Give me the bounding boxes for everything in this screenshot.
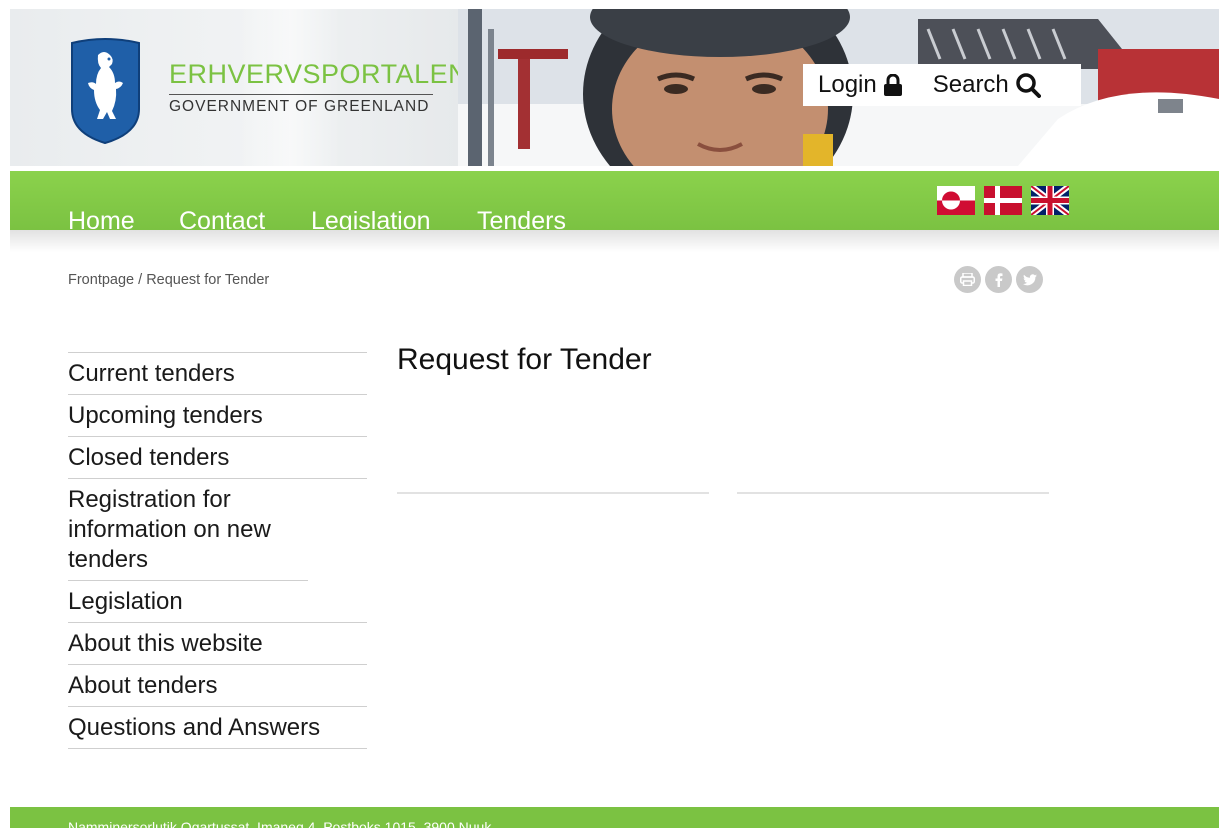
sidebar-item-about-website[interactable]: About this website	[68, 623, 367, 665]
facebook-share-button[interactable]	[985, 266, 1012, 293]
breadcrumb-home-link[interactable]: Frontpage	[68, 272, 134, 288]
sidebar-item-questions-answers[interactable]: Questions and Answers	[68, 707, 367, 749]
site-header: ERHVERVSPORTALEN GOVERNMENT OF GREENLAND…	[10, 9, 1219, 166]
denmark-flag-icon[interactable]	[984, 186, 1022, 215]
nav-item-home[interactable]: Home	[68, 207, 135, 230]
sidebar-item-closed-tenders[interactable]: Closed tenders	[68, 437, 367, 479]
brand-divider	[169, 94, 433, 95]
search-link[interactable]: Search	[933, 71, 1041, 99]
twitter-share-button[interactable]	[1016, 266, 1043, 293]
footer-address: Namminersorlutik Oqartussat, Imaneq 4, P…	[68, 819, 492, 828]
nav-item-tenders[interactable]: Tenders	[477, 207, 566, 230]
page-title: Request for Tender	[397, 343, 652, 376]
breadcrumb-current: Request for Tender	[146, 272, 270, 288]
breadcrumb-separator: /	[134, 272, 147, 288]
content-divider-right	[737, 492, 1049, 494]
greenland-flag-icon[interactable]	[937, 186, 975, 215]
print-icon	[960, 273, 975, 286]
sidebar-item-legislation[interactable]: Legislation	[68, 581, 367, 623]
login-link[interactable]: Login	[818, 71, 903, 99]
share-tools	[954, 266, 1043, 293]
site-footer: Namminersorlutik Oqartussat, Imaneq 4, P…	[10, 807, 1219, 828]
sidebar-menu: Current tenders Upcoming tenders Closed …	[68, 352, 367, 749]
sidebar-item-registration[interactable]: Registration for information on new tend…	[68, 479, 308, 581]
sidebar-item-current-tenders[interactable]: Current tenders	[68, 353, 367, 395]
search-icon	[1016, 73, 1041, 98]
nav-item-contact[interactable]: Contact	[179, 207, 265, 230]
nav-item-legislation[interactable]: Legislation	[311, 207, 431, 230]
twitter-icon	[1022, 273, 1037, 285]
brand-title[interactable]: ERHVERVSPORTALEN	[169, 59, 468, 90]
main-navigation: Home Contact Legislation Tenders	[10, 171, 1219, 230]
login-label: Login	[818, 71, 877, 98]
breadcrumb: Frontpage / Request for Tender	[68, 272, 269, 288]
search-label: Search	[932, 71, 1009, 98]
print-button[interactable]	[954, 266, 981, 293]
lock-icon	[883, 74, 902, 96]
content-divider-left	[397, 492, 709, 494]
nav-shadow	[10, 230, 1219, 252]
sidebar-item-upcoming-tenders[interactable]: Upcoming tenders	[68, 395, 367, 437]
facebook-icon	[995, 272, 1002, 287]
uk-flag-icon[interactable]	[1031, 186, 1069, 215]
sidebar-item-about-tenders[interactable]: About tenders	[68, 665, 367, 707]
language-switcher	[937, 186, 1069, 215]
brand-subtitle: GOVERNMENT OF GREENLAND	[169, 98, 430, 115]
utility-bar: Login Search	[803, 64, 1081, 106]
greenland-coat-of-arms-logo[interactable]	[68, 37, 143, 145]
